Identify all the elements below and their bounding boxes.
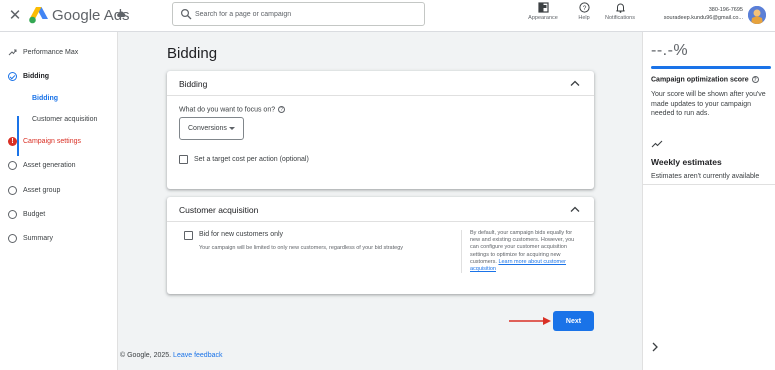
circle-icon xyxy=(8,160,17,170)
cloud-icon xyxy=(117,11,126,17)
circle-icon xyxy=(8,185,17,195)
optimization-score-fill xyxy=(651,66,771,69)
acquisition-side-note: By default, your campaign bids equally f… xyxy=(461,230,583,274)
footer: © Google, 2025. Leave feedback xyxy=(120,352,222,359)
help-icon: ? xyxy=(578,2,590,13)
card-title: Bidding xyxy=(179,79,208,89)
nav-item-label: Campaign settings xyxy=(23,137,81,145)
subnav-item-bidding[interactable]: Bidding xyxy=(32,95,58,102)
chevron-up-icon[interactable] xyxy=(570,205,580,213)
focus-select[interactable]: Conversions xyxy=(179,117,244,140)
check-circle-icon xyxy=(8,71,17,81)
nav-item-budget[interactable]: Budget xyxy=(8,207,45,221)
top-bar: ✕ Google Ads Appearance ? Help xyxy=(0,0,775,32)
bidding-card-header[interactable]: Bidding xyxy=(167,71,594,96)
avatar[interactable] xyxy=(748,6,766,24)
nav-item-performance-max[interactable]: Performance Max xyxy=(8,45,78,59)
focus-select-value: Conversions xyxy=(188,125,227,132)
nav-item-label: Budget xyxy=(23,210,46,218)
search-icon xyxy=(180,8,192,20)
page-title: Bidding xyxy=(167,45,218,62)
divider xyxy=(643,184,775,185)
help-button[interactable]: ? Help xyxy=(574,2,594,28)
bell-icon xyxy=(615,3,625,13)
copyright-text: © Google, 2025. xyxy=(120,352,172,359)
help-icon[interactable]: ? xyxy=(751,76,759,83)
search-box[interactable] xyxy=(172,2,425,26)
nav-item-campaign-settings[interactable]: ! Campaign settings xyxy=(8,134,81,148)
account-id: 380-196-7695 xyxy=(708,7,743,13)
nav-item-label: Bidding xyxy=(23,72,50,80)
chevron-up-icon[interactable] xyxy=(570,79,580,87)
optimization-score-text: Your score will be shown after you've ma… xyxy=(651,91,766,117)
leave-feedback-link[interactable]: Leave feedback xyxy=(173,352,222,359)
weekly-estimates-text: Estimates aren't currently available xyxy=(651,173,760,180)
new-customers-helper: Your campaign will be limited to only ne… xyxy=(199,245,404,251)
appearance-icon xyxy=(537,2,549,13)
card-title: Customer acquisition xyxy=(179,205,259,215)
subnav-item-customer-acquisition[interactable]: Customer acquisition xyxy=(32,116,97,123)
circle-icon xyxy=(8,233,17,243)
focus-question-text: What do you want to focus on? xyxy=(179,106,276,114)
help-label: Help xyxy=(578,15,590,21)
notifications-button[interactable]: Notifications xyxy=(601,2,639,28)
optimization-score-bar xyxy=(651,66,771,69)
optimization-score-value: --.-% xyxy=(651,42,689,59)
chevron-right-icon[interactable] xyxy=(651,341,659,353)
new-customers-label: Bid for new customers only xyxy=(199,231,284,238)
appearance-button[interactable]: Appearance xyxy=(528,2,558,28)
error-icon: ! xyxy=(8,136,17,146)
optimization-score-title: Campaign optimization score? xyxy=(651,76,759,83)
performance-max-icon xyxy=(8,49,17,55)
bidding-card: Bidding What do you want to focus on?? C… xyxy=(167,71,594,189)
nav-item-asset-generation[interactable]: Asset generation xyxy=(8,158,76,172)
nav-item-label: Summary xyxy=(23,234,53,242)
notifications-label: Notifications xyxy=(605,15,635,21)
close-icon[interactable]: ✕ xyxy=(8,7,22,25)
search-input[interactable] xyxy=(195,6,420,22)
nav-item-label: Asset generation xyxy=(23,161,76,169)
svg-text:?: ? xyxy=(582,5,586,12)
circle-icon xyxy=(8,209,17,219)
nav-item-summary[interactable]: Summary xyxy=(8,231,53,245)
nav-item-label: Performance Max xyxy=(23,48,79,56)
appearance-label: Appearance xyxy=(528,15,558,21)
target-cpa-label: Set a target cost per action (optional) xyxy=(194,156,309,163)
dropdown-caret-icon xyxy=(229,127,235,130)
focus-question: What do you want to focus on?? xyxy=(179,106,286,114)
annotation-arrow xyxy=(509,317,551,325)
optimization-score-title-text: Campaign optimization score xyxy=(651,76,749,84)
nav-item-asset-group[interactable]: Asset group xyxy=(8,183,60,197)
weekly-estimates-title: Weekly estimates xyxy=(651,157,722,167)
left-nav: Performance Max Bidding Bidding Customer… xyxy=(0,32,118,370)
acquisition-card-header[interactable]: Customer acquisition xyxy=(167,197,594,222)
right-panel: --.-% Campaign optimization score? Your … xyxy=(642,32,775,370)
target-cpa-checkbox[interactable] xyxy=(179,155,188,164)
avatar-image xyxy=(748,6,766,24)
nav-item-bidding[interactable]: Bidding xyxy=(8,69,49,83)
customer-acquisition-card: Customer acquisition Bid for new custome… xyxy=(167,197,594,294)
google-ads-logo xyxy=(29,7,48,24)
trending-icon xyxy=(651,140,663,148)
nav-item-label: Asset group xyxy=(23,186,61,194)
account-email: souradeep.kundu96@gmail.co... xyxy=(663,15,743,21)
help-icon[interactable]: ? xyxy=(278,106,286,113)
account-info[interactable]: 380-196-7695 souradeep.kundu96@gmail.co.… xyxy=(648,6,743,22)
new-customers-checkbox[interactable] xyxy=(184,231,193,240)
next-button[interactable]: Next xyxy=(553,311,594,331)
